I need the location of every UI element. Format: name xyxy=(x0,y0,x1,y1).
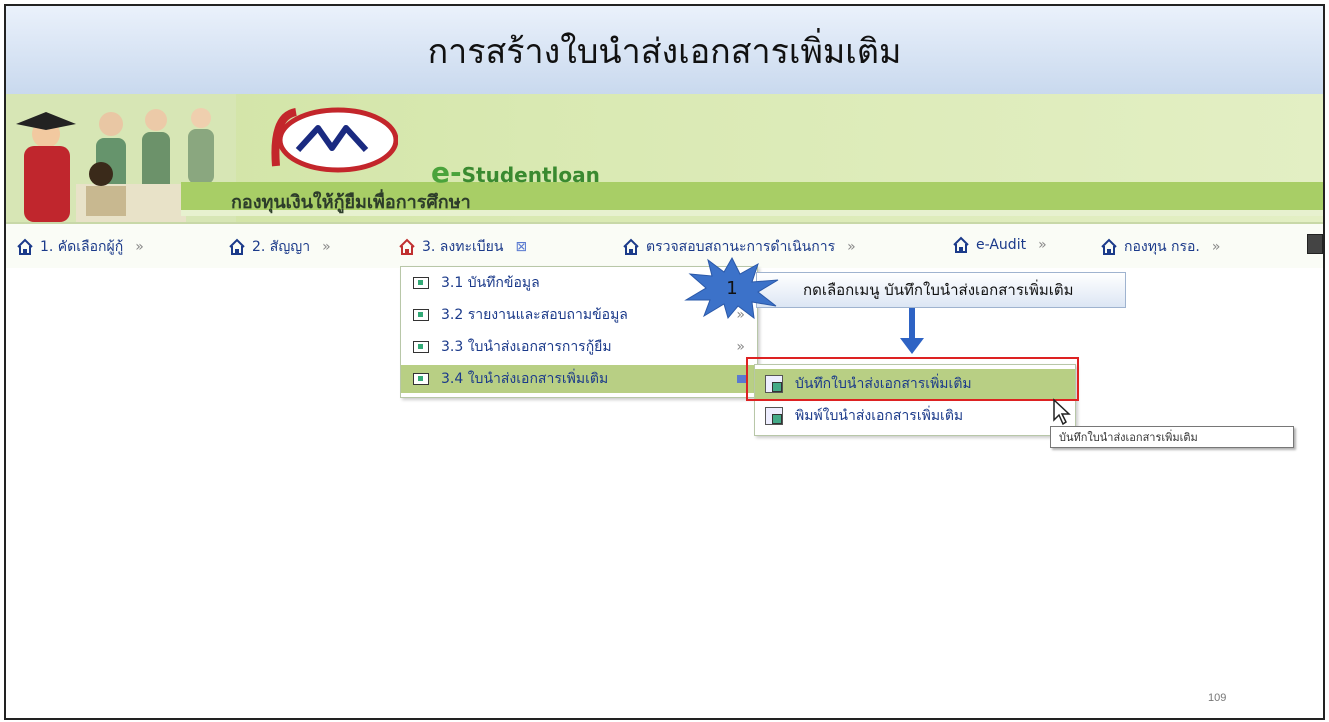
down-arrow-icon xyxy=(900,308,924,354)
instruction-callout: กดเลือกเมนู บันทึกใบนำส่งเอกสารเพิ่มเติม xyxy=(756,272,1126,308)
site-banner: e-Studentloan กองทุนเงินให้กู้ยืมเพื่อกา… xyxy=(6,94,1323,222)
submenu-item-loan-documents[interactable]: 3.3 ใบนำส่งเอกสารการกู้ยืม » xyxy=(401,333,757,361)
home-icon xyxy=(17,238,33,255)
document-icon xyxy=(413,309,429,321)
nav-item-label: 2. สัญญา xyxy=(252,239,311,255)
home-icon xyxy=(1101,238,1117,255)
nav-item-kro-fund[interactable]: กองทุน กรอ. » xyxy=(1100,236,1220,258)
slide-title-bar: การสร้างใบนำส่งเอกสารเพิ่มเติม xyxy=(6,6,1323,95)
nav-item-label: กองทุน กรอ. xyxy=(1124,239,1200,255)
more-menu-icon[interactable] xyxy=(1307,234,1323,254)
home-icon xyxy=(229,238,245,255)
nav-item-contract[interactable]: 2. สัญญา » xyxy=(228,236,331,258)
main-nav-bar: 1. คัดเลือกผู้กู้ » 2. สัญญา » 3. ลงทะเบีย… xyxy=(6,222,1323,268)
slide-title: การสร้างใบนำส่งเอกสารเพิ่มเติม xyxy=(427,32,902,72)
banner-slogan: กองทุนเงินให้กู้ยืมเพื่อการศึกษา xyxy=(231,192,471,213)
form-print-icon xyxy=(765,407,783,425)
home-icon xyxy=(399,238,415,255)
submenu-item-label: 3.3 ใบนำส่งเอกสารการกู้ยืม xyxy=(441,339,612,355)
nav-separator: » xyxy=(135,239,144,255)
nav-separator: » xyxy=(1211,239,1221,255)
nav-item-e-audit[interactable]: e-Audit » xyxy=(952,236,1047,254)
mouse-cursor-icon xyxy=(1053,398,1071,426)
menu-item-print-additional-doc[interactable]: พิมพ์ใบนำส่งเอกสารเพิ่มเติม xyxy=(755,401,1075,431)
nav-item-select-borrower[interactable]: 1. คัดเลือกผู้กู้ » xyxy=(16,236,144,258)
submenu-item-label: 3.4 ใบนำส่งเอกสารเพิ่มเติม xyxy=(441,371,609,387)
home-icon xyxy=(623,238,639,255)
nav-separator: » xyxy=(1038,237,1047,253)
document-icon xyxy=(413,341,429,353)
nav-item-label: 3. ลงทะเบียน xyxy=(422,239,504,255)
submenu-item-label: 3.1 บันทึกข้อมูล xyxy=(441,275,540,291)
brand-name: Studentloan xyxy=(461,163,600,187)
document-icon xyxy=(413,373,429,385)
home-icon xyxy=(953,236,969,253)
step-number: 1 xyxy=(726,278,737,299)
submenu-item-label: 3.2 รายงานและสอบถามข้อมูล xyxy=(441,307,628,323)
page-number: 109 xyxy=(1208,692,1227,704)
highlight-box xyxy=(746,357,1079,401)
nav-item-register[interactable]: 3. ลงทะเบียน ⊠ xyxy=(398,236,527,258)
step-starburst-icon: 1 xyxy=(684,256,779,320)
slide-frame: การสร้างใบนำส่งเอกสารเพิ่มเติม e-Student… xyxy=(4,4,1325,720)
brand-prefix: e- xyxy=(431,156,462,189)
submenu-item-additional-documents[interactable]: 3.4 ใบนำส่งเอกสารเพิ่มเติม xyxy=(401,365,757,393)
nav-item-label: 1. คัดเลือกผู้กู้ xyxy=(40,239,124,255)
brand-logo-text: e-Studentloan xyxy=(431,156,600,189)
nav-separator: » xyxy=(322,239,331,255)
tooltip: บันทึกใบนำส่งเอกสารเพิ่มเติม xyxy=(1050,426,1294,448)
kyo-logo-icon xyxy=(271,107,398,173)
nav-item-label: ตรวจสอบสถานะการดำเนินการ xyxy=(646,239,836,255)
nav-separator: ⊠ xyxy=(515,239,528,255)
submenu-arrow-icon: » xyxy=(736,339,745,355)
menu-item-label: พิมพ์ใบนำส่งเอกสารเพิ่มเติม xyxy=(795,408,964,424)
nav-item-status-check[interactable]: ตรวจสอบสถานะการดำเนินการ » xyxy=(622,236,856,258)
nav-separator: » xyxy=(847,239,856,255)
nav-item-label: e-Audit xyxy=(976,237,1027,253)
document-icon xyxy=(413,277,429,289)
